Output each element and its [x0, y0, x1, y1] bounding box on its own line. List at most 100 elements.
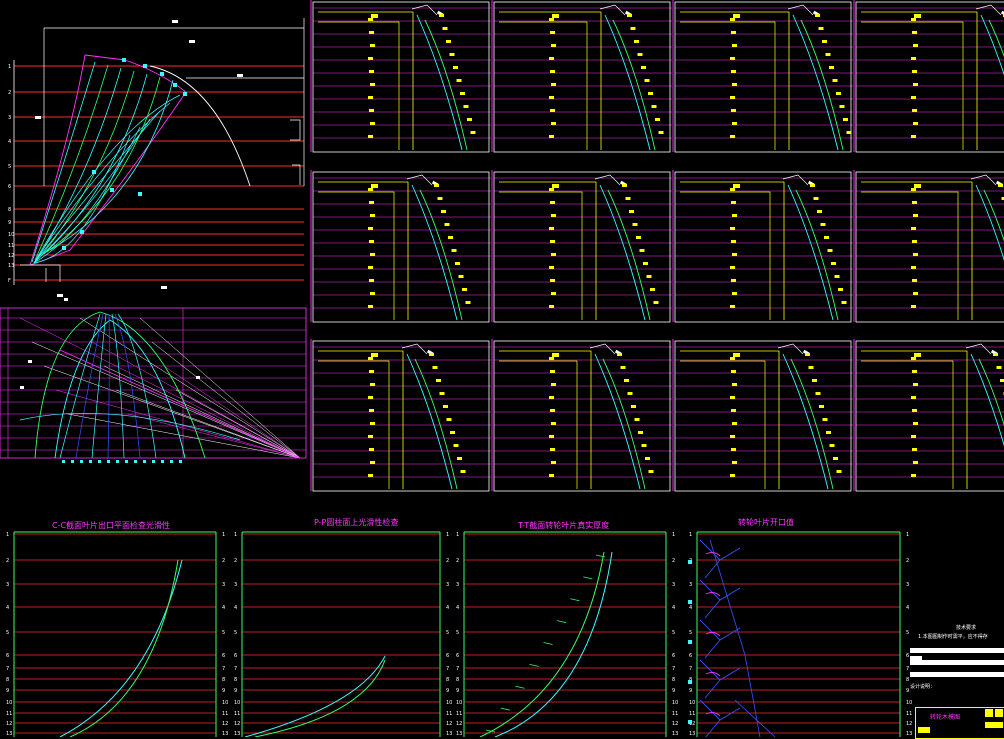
value-glyph	[627, 14, 632, 17]
panel-frame	[494, 341, 670, 491]
station-label: 4	[222, 605, 225, 611]
panel-title-opening: 转轮叶片开口值	[738, 517, 794, 528]
value-glyph	[730, 57, 735, 60]
station-label: 3	[222, 582, 225, 588]
value-glyph	[617, 353, 622, 356]
thickness-tick	[530, 664, 539, 666]
notes-line-1: 1.本图图制作时需平，应不得存	[918, 633, 988, 640]
value-glyph	[912, 409, 917, 412]
value-glyph	[913, 383, 918, 386]
title-block-label: 转轮木模图	[930, 712, 960, 721]
value-glyph	[551, 461, 556, 464]
station-label: 5	[456, 630, 459, 636]
station-label: 12	[222, 721, 228, 727]
value-glyph	[371, 184, 378, 188]
note-stripe	[910, 656, 922, 660]
station-label: 9	[672, 688, 675, 694]
value-glyph	[643, 262, 648, 265]
thickness-tick	[544, 643, 553, 645]
leading-edge	[976, 5, 1001, 15]
station-label: 4	[8, 139, 11, 145]
value-glyph	[549, 305, 554, 308]
value-glyph	[911, 357, 916, 360]
value-glyph	[840, 105, 845, 108]
value-glyph	[732, 422, 737, 425]
note-stripe	[910, 660, 1004, 665]
panel-bracket	[318, 182, 408, 320]
blade-profile	[603, 359, 645, 489]
value-glyph	[836, 92, 841, 95]
station-label: 6	[6, 653, 9, 659]
dimension-text-glyph	[57, 294, 63, 297]
section-panel	[673, 339, 853, 491]
value-glyph	[731, 31, 736, 34]
value-glyph	[441, 210, 446, 213]
station-label: 3	[234, 582, 237, 588]
streamline	[44, 74, 147, 254]
value-glyph	[447, 418, 452, 421]
blade-profile	[979, 359, 1004, 489]
value-glyph	[552, 353, 559, 357]
station-label: 4	[6, 605, 9, 611]
blade-profile	[976, 185, 1004, 320]
profile-curve	[255, 660, 385, 737]
value-glyph	[438, 197, 443, 200]
blade-profile	[981, 15, 1004, 150]
value-glyph	[549, 474, 554, 477]
station-label: 12	[906, 721, 912, 727]
thickness-tick	[501, 708, 510, 710]
value-glyph	[549, 57, 554, 60]
station-label: 5	[446, 630, 449, 636]
panel-bracket	[861, 12, 977, 150]
station-label: 11	[6, 711, 12, 717]
blade-profile	[793, 15, 838, 150]
value-glyph	[551, 214, 556, 217]
section-panel	[311, 339, 491, 491]
station-label: 2	[672, 558, 675, 564]
station-label: 6	[446, 653, 449, 659]
value-glyph	[640, 249, 645, 252]
value-glyph	[457, 457, 462, 460]
station-label: 13	[234, 731, 240, 737]
station-label: 10	[689, 700, 695, 706]
dimension-text-glyph	[237, 74, 243, 77]
value-glyph	[369, 279, 374, 282]
blade-profile	[984, 190, 1004, 320]
station-label: 3	[906, 582, 909, 588]
value-glyph	[636, 236, 641, 239]
station-label: 3	[456, 582, 459, 588]
value-glyph	[828, 249, 833, 252]
station-label: 1	[672, 532, 675, 538]
station-label: 2	[234, 558, 237, 564]
section-panel	[673, 0, 853, 152]
value-glyph	[457, 79, 462, 82]
blade-arc	[55, 320, 185, 458]
value-glyph	[659, 131, 664, 134]
value-glyph	[730, 188, 735, 191]
value-glyph	[911, 57, 916, 60]
value-glyph	[912, 279, 917, 282]
value-glyph	[913, 461, 918, 464]
hub-base	[20, 265, 60, 282]
station-label: 1	[222, 532, 225, 538]
leading-edge	[402, 344, 427, 354]
station-label: F	[8, 278, 11, 284]
design-note: 设计说明：	[910, 683, 935, 690]
value-glyph	[370, 422, 375, 425]
bottom-panels: 1122334455667788991010111112121313112233…	[6, 532, 1004, 737]
value-glyph	[817, 210, 822, 213]
base-marker	[143, 460, 146, 463]
value-glyph	[369, 240, 374, 243]
value-glyph	[730, 396, 735, 399]
value-glyph	[638, 431, 643, 434]
value-glyph	[911, 188, 916, 191]
opening-guide	[710, 540, 775, 737]
station-label: 11	[672, 711, 678, 717]
value-glyph	[911, 18, 916, 21]
bottom-panel: 1122334455667788991010111112121313	[456, 532, 678, 737]
blade-profile	[971, 354, 1004, 489]
value-glyph	[433, 366, 438, 369]
note-stripe	[910, 672, 1004, 677]
station-label: 1	[456, 532, 459, 538]
plan-view	[0, 298, 306, 463]
